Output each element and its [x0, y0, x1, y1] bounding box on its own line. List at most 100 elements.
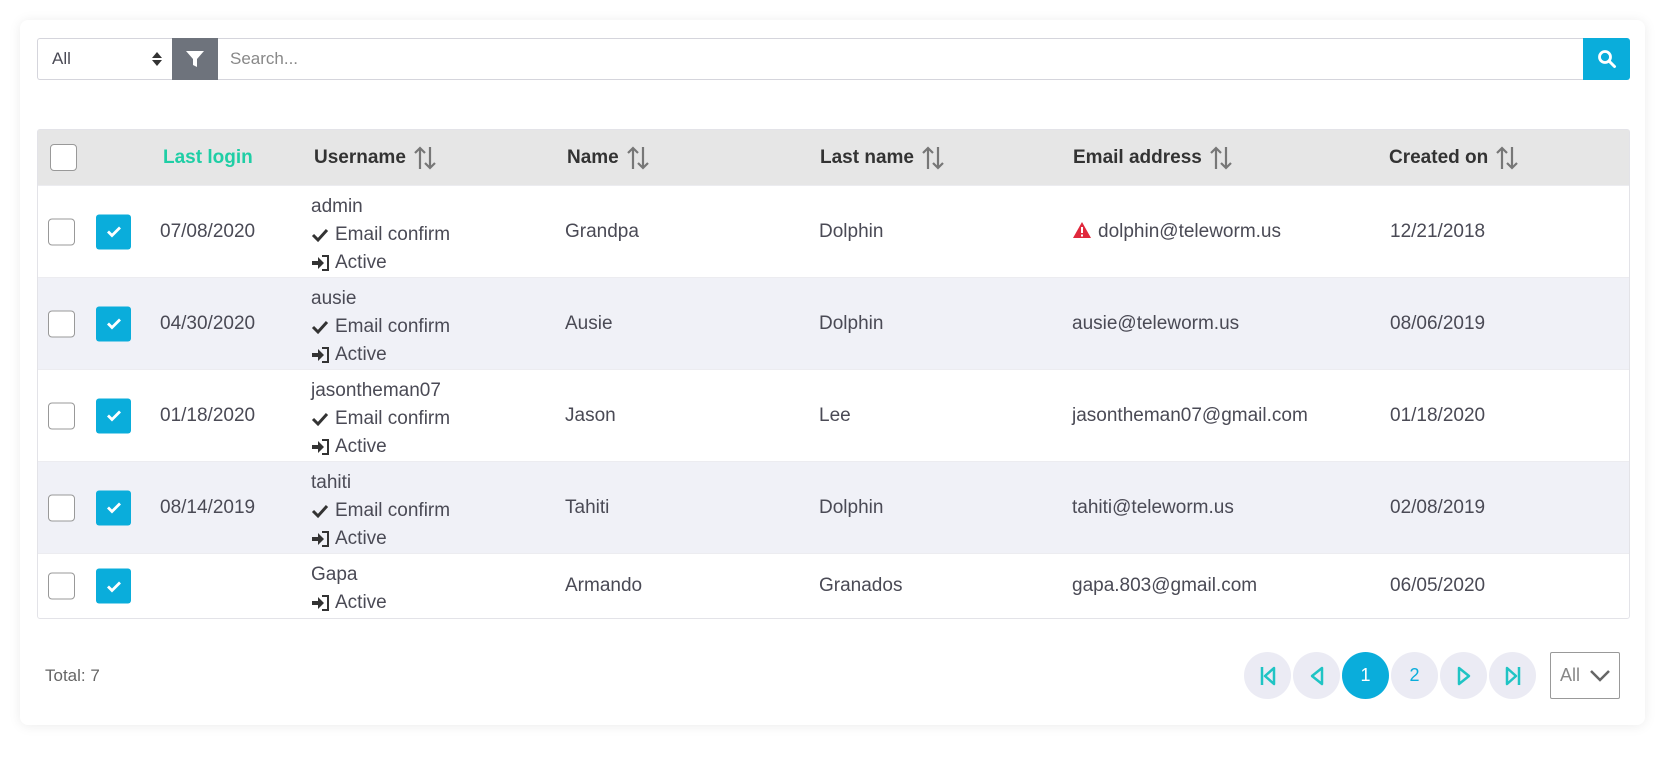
last-name-cell: Dolphin — [819, 312, 884, 334]
users-card: All Last login Username Name — [20, 20, 1645, 725]
username-cell: admin Email confirm Active — [311, 193, 450, 277]
username-text: jasontheman07 — [311, 380, 441, 401]
table-header: Last login Username Name Last name Email… — [38, 130, 1629, 185]
table-row[interactable]: 08/14/2019 tahiti Email confirm Active T… — [38, 461, 1629, 553]
created-on-cell: 08/06/2019 — [1390, 312, 1486, 334]
username-text: Gapa — [311, 564, 358, 585]
email-confirm-label: Email confirm — [335, 316, 451, 337]
column-email[interactable]: Email address — [1073, 130, 1233, 185]
row-enabled-checkbox[interactable] — [96, 568, 131, 604]
first-page-button[interactable] — [1244, 652, 1291, 699]
sign-in-icon — [312, 595, 329, 611]
created-on-cell: 01/18/2020 — [1390, 404, 1486, 426]
last-login-cell: 08/14/2019 — [160, 496, 256, 518]
total-count: Total: 7 — [45, 666, 100, 685]
email-cell: gapa.803@gmail.com — [1072, 575, 1258, 596]
name-cell: Ausie — [565, 312, 613, 334]
column-last-name[interactable]: Last name — [820, 130, 945, 185]
page-button-1[interactable]: 1 — [1342, 652, 1389, 699]
column-username[interactable]: Username — [314, 130, 437, 185]
sign-in-icon — [312, 347, 329, 363]
search-button[interactable] — [1583, 38, 1630, 80]
warning-icon — [1073, 221, 1091, 238]
email-cell: tahiti@teleworm.us — [1072, 496, 1234, 518]
search-icon — [1597, 50, 1616, 68]
first-page-icon — [1260, 666, 1275, 685]
page-button-2[interactable]: 2 — [1391, 652, 1438, 699]
search-input[interactable] — [218, 38, 1583, 80]
status-label: Active — [335, 528, 387, 549]
page-size-select[interactable]: All — [1550, 652, 1620, 699]
last-page-button[interactable] — [1489, 652, 1536, 699]
table-row[interactable]: 01/18/2020 jasontheman07 Email confirm A… — [38, 369, 1629, 461]
sign-in-icon — [312, 439, 329, 455]
created-on-cell: 12/21/2018 — [1390, 220, 1486, 242]
name-cell: Jason — [565, 404, 616, 426]
next-page-button[interactable] — [1440, 652, 1487, 699]
username-text: tahiti — [311, 472, 352, 493]
check-icon — [106, 226, 121, 238]
row-enabled-checkbox[interactable] — [96, 306, 131, 341]
check-icon — [106, 502, 121, 514]
email-text: dolphin@teleworm.us — [1098, 220, 1281, 242]
last-login-cell: 01/18/2020 — [160, 404, 256, 426]
column-created-on[interactable]: Created on — [1389, 130, 1519, 185]
select-all-checkbox[interactable] — [50, 144, 77, 171]
previous-page-button[interactable] — [1293, 652, 1340, 699]
column-last-login[interactable]: Last login — [163, 130, 253, 185]
created-on-cell: 06/05/2020 — [1390, 575, 1486, 596]
column-username-label: Username — [314, 146, 406, 168]
funnel-icon — [186, 51, 204, 67]
row-select-checkbox[interactable] — [48, 310, 75, 337]
row-select-checkbox[interactable] — [48, 572, 75, 600]
column-name[interactable]: Name — [567, 130, 650, 185]
check-icon — [311, 228, 329, 243]
row-select-checkbox[interactable] — [48, 218, 75, 245]
row-enabled-checkbox[interactable] — [96, 214, 131, 249]
sort-icon — [413, 145, 437, 171]
row-enabled-checkbox[interactable] — [96, 490, 131, 525]
column-last-name-label: Last name — [820, 146, 914, 168]
sort-icon — [1495, 145, 1519, 171]
column-last-login-label: Last login — [163, 146, 253, 168]
last-name-cell: Dolphin — [819, 496, 884, 518]
status-label: Active — [335, 344, 387, 365]
row-enabled-checkbox[interactable] — [96, 398, 131, 433]
previous-icon — [1310, 666, 1323, 685]
last-page-icon — [1505, 666, 1520, 685]
username-text: ausie — [311, 288, 357, 309]
table-row[interactable]: 04/30/2020 ausie Email confirm Active Au… — [38, 277, 1629, 369]
name-cell: Tahiti — [565, 496, 610, 518]
username-cell: jasontheman07 Email confirm Active — [311, 377, 450, 461]
table-row[interactable]: Gapa Active Armando Granados gapa.803@gm… — [38, 553, 1629, 618]
table-row[interactable]: 07/08/2020 admin Email confirm Active Gr… — [38, 185, 1629, 277]
check-icon — [311, 412, 329, 427]
username-cell: ausie Email confirm Active — [311, 285, 450, 369]
filter-button[interactable] — [172, 38, 218, 80]
email-confirm-label: Email confirm — [335, 500, 451, 521]
status-filter-select[interactable]: All — [37, 38, 172, 80]
sign-in-icon — [312, 531, 329, 547]
email-cell: jasontheman07@gmail.com — [1072, 404, 1308, 426]
check-icon — [106, 581, 121, 592]
created-on-cell: 02/08/2019 — [1390, 496, 1486, 518]
last-login-cell: 04/30/2020 — [160, 312, 256, 334]
row-select-checkbox[interactable] — [48, 402, 75, 429]
select-all-cell — [50, 130, 77, 185]
check-icon — [311, 504, 329, 519]
status-label: Active — [335, 252, 387, 273]
status-filter-value: All — [52, 49, 71, 68]
pagination: 1 2 — [1244, 652, 1536, 699]
email-cell: ausie@teleworm.us — [1072, 312, 1240, 334]
last-name-cell: Lee — [819, 404, 851, 426]
username-cell: tahiti Email confirm Active — [311, 469, 450, 553]
last-name-cell: Granados — [819, 575, 903, 596]
last-login-cell: 07/08/2020 — [160, 220, 256, 242]
check-icon — [106, 318, 121, 330]
email-confirm-label: Email confirm — [335, 408, 451, 429]
column-email-label: Email address — [1073, 146, 1202, 168]
column-created-on-label: Created on — [1389, 146, 1489, 168]
row-select-checkbox[interactable] — [48, 494, 75, 521]
page-size-value: All — [1560, 665, 1581, 685]
name-cell: Armando — [565, 575, 643, 596]
